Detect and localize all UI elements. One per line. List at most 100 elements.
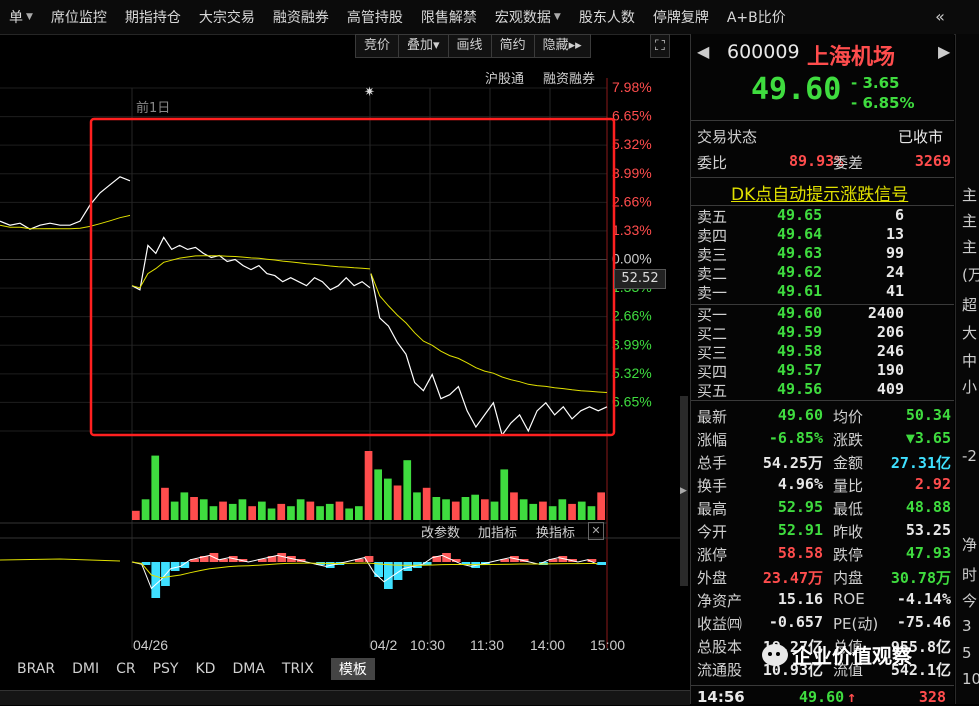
volume-bar: [219, 501, 227, 520]
weibi-label: 委比: [697, 154, 728, 172]
menu-item-3[interactable]: 大宗交易: [190, 0, 264, 34]
volume-bar: [539, 501, 547, 520]
change-params-button[interactable]: 改参数: [421, 522, 460, 541]
far-right-label: 中: [962, 352, 978, 370]
volume-bar: [151, 455, 160, 520]
menu-item-label: 宏观数据: [494, 10, 551, 26]
stat-label: 跌停: [833, 546, 864, 564]
indicator-tab-5[interactable]: DMA: [232, 661, 264, 677]
book-label: 卖三: [697, 246, 728, 264]
toolbar-button-2[interactable]: 画线: [447, 34, 492, 58]
far-right-label: (万: [962, 266, 979, 284]
today-price-line: [370, 273, 608, 437]
expand-icon[interactable]: ⛶: [650, 34, 670, 58]
volume-bar: [597, 492, 605, 520]
indicator-tab-3[interactable]: PSY: [153, 661, 179, 677]
menu-item-1[interactable]: 席位监控: [42, 0, 116, 34]
y-tick-label: 5.32%: [612, 136, 652, 152]
book-price[interactable]: 49.57: [777, 361, 822, 379]
stat-value: ▼3.65: [905, 429, 951, 447]
book-label: 买五: [697, 382, 728, 400]
toolbar-button-0[interactable]: 竞价: [355, 34, 400, 58]
last-price: 49.60: [751, 72, 842, 107]
toolbar-button-1[interactable]: 叠加▾: [398, 34, 449, 58]
toolbar-button-3[interactable]: 简约: [490, 34, 535, 58]
volume-bar: [258, 501, 266, 520]
stat-value: 52.95: [777, 498, 823, 516]
book-price[interactable]: 49.59: [777, 323, 822, 341]
x-tick-label: 10:30: [410, 637, 445, 653]
menu-item-9[interactable]: 停牌复牌: [644, 0, 718, 34]
indicator-tab-2[interactable]: CR: [116, 661, 136, 677]
menu-item-2[interactable]: 期指持仓: [116, 0, 190, 34]
menu-item-label: 大宗交易: [198, 10, 255, 26]
volume-bar: [393, 485, 402, 520]
add-indicator-button[interactable]: 加指标: [478, 522, 517, 541]
quote-panel: ◀ 600009 上海机场 ▶ 49.60 - 3.65 - 6.85% 交易状…: [690, 34, 954, 706]
top-menu-bar: 单 ▼ 席位监控 期指持仓 大宗交易 融资融券 高管持股 限售解禁 宏观数据 ▼ 股东人数 停牌复牌 A…: [0, 0, 979, 35]
indicator-tab-4[interactable]: KD: [195, 661, 215, 677]
menu-item-0[interactable]: 单 ▼: [0, 0, 42, 34]
watermark-text: 企业价值观察: [792, 644, 912, 668]
menu-item-8[interactable]: 股东人数: [570, 0, 644, 34]
switch-indicator-button[interactable]: 换指标: [536, 522, 575, 541]
book-price[interactable]: 49.61: [777, 282, 822, 300]
stat-value: 2.92: [914, 475, 951, 493]
prev-tail-avg-line: [131, 255, 371, 289]
volume-bar: [161, 487, 169, 520]
book-volume: 2400: [867, 304, 904, 322]
toolbar-button-4[interactable]: 隐藏▸▸: [533, 34, 591, 58]
macd-bar: [384, 562, 393, 589]
stat-label: 涨跌: [833, 431, 864, 449]
stat-value: 15.16: [777, 590, 823, 608]
book-price[interactable]: 49.64: [777, 225, 822, 243]
volume-bar: [345, 508, 353, 520]
stat-label: 涨幅: [697, 431, 728, 449]
volume-bar: [170, 501, 179, 520]
menu-item-6[interactable]: 限售解禁: [412, 0, 486, 34]
book-label: 买四: [697, 363, 728, 381]
y-tick-label: 1.33%: [612, 222, 652, 238]
far-right-label: 大: [962, 324, 978, 342]
indicator-tab-7[interactable]: 模板: [330, 658, 375, 680]
volume-bar: [413, 492, 421, 520]
next-stock-icon[interactable]: ▶: [938, 42, 950, 61]
y-tick-label: 7.98%: [612, 79, 652, 95]
volume-bar: [364, 451, 373, 520]
book-price[interactable]: 49.56: [777, 380, 822, 398]
indicator-tab-0[interactable]: BRAR: [17, 661, 55, 677]
macd-prev-line: [0, 558, 121, 562]
close-icon[interactable]: ✕: [588, 522, 604, 540]
stat-value: 53.25: [905, 521, 951, 539]
prev-stock-icon[interactable]: ◀: [697, 42, 709, 61]
volume-bar: [306, 501, 315, 520]
book-price[interactable]: 49.65: [777, 206, 822, 224]
menu-item-7[interactable]: 宏观数据 ▼: [486, 0, 570, 34]
stat-value: -75.46: [896, 613, 951, 631]
splitter-arrow-icon[interactable]: ▶: [680, 486, 688, 496]
stat-value: 4.96%: [777, 475, 823, 493]
intraday-chart[interactable]: 7.98%6.65%5.32%3.99%2.66%1.33%0.00%1.33%…: [0, 58, 685, 656]
menu-item-5[interactable]: 高管持股: [338, 0, 412, 34]
menu-more-button[interactable]: «: [928, 0, 952, 34]
y-tick-label: 6.65%: [612, 393, 652, 409]
menu-item-10[interactable]: A+B比价: [718, 0, 795, 34]
stat-value: 58.58: [777, 544, 823, 562]
status-label: 交易状态: [697, 128, 758, 146]
event-star-icon[interactable]: ✷: [364, 85, 375, 100]
book-volume: 41: [885, 282, 904, 300]
stat-label: 总手: [697, 454, 728, 472]
book-label: 卖五: [697, 208, 728, 226]
menu-item-4[interactable]: 融资融券: [264, 0, 338, 34]
book-price[interactable]: 49.63: [777, 244, 822, 262]
status-value: 已收市: [898, 128, 944, 146]
book-price[interactable]: 49.62: [777, 263, 822, 281]
indicator-tab-6[interactable]: TRIX: [282, 661, 314, 677]
volume-bar: [529, 503, 538, 520]
book-price[interactable]: 49.60: [777, 304, 822, 322]
book-price[interactable]: 49.58: [777, 342, 822, 360]
far-right-label: 小: [962, 378, 978, 396]
dk-signal-link[interactable]: DK点自动提示涨跌信号: [731, 180, 908, 205]
indicator-tab-1[interactable]: DMI: [72, 661, 99, 677]
menu-item-label: 限售解禁: [420, 10, 477, 26]
